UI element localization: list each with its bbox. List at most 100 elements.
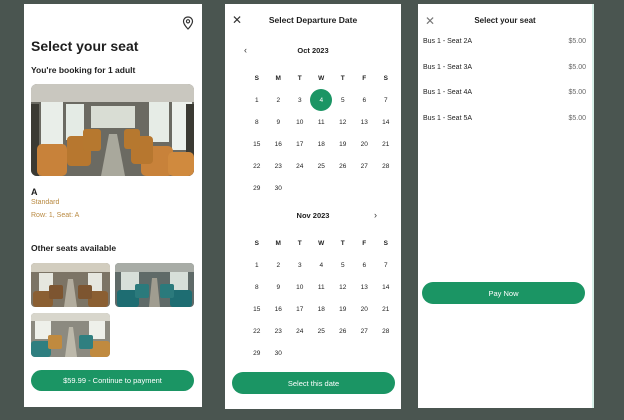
seat-list: Bus 1 - Seat 2A $5.00 Bus 1 - Seat 3A $5… <box>423 38 586 140</box>
day-cell[interactable]: 14 <box>375 276 397 298</box>
weekday-label: S <box>254 74 259 82</box>
weekday-label: S <box>383 239 388 247</box>
continue-to-payment-button[interactable]: $59.99 - Continue to payment <box>31 370 194 391</box>
day-cell[interactable]: 12 <box>332 111 354 133</box>
seat-option[interactable]: Bus 1 - Seat 3A $5.00 <box>423 64 586 90</box>
day-cell[interactable]: 8 <box>246 276 268 298</box>
day-cell[interactable]: 16 <box>268 133 290 155</box>
day-cell[interactable]: 26 <box>332 155 354 177</box>
day-cell[interactable]: 21 <box>375 298 397 320</box>
dialog-title: Select Departure Date <box>268 15 358 25</box>
day-cell[interactable]: 24 <box>289 320 311 342</box>
day-cell[interactable]: 12 <box>332 276 354 298</box>
chevron-right-icon[interactable]: › <box>374 210 377 220</box>
day-cell[interactable]: 22 <box>246 155 268 177</box>
weekday-label: T <box>340 74 345 82</box>
day-cell[interactable]: 20 <box>354 133 376 155</box>
day-cell[interactable]: 5 <box>332 89 354 111</box>
day-cell[interactable]: 8 <box>246 111 268 133</box>
day-cell[interactable]: 22 <box>246 320 268 342</box>
weekday-label: F <box>362 74 367 82</box>
calendar-grid: S M T W T F S 1 2 3 4 5 6 7 8 9 10 11 12 13 14 15 16 17 18 19 20 21… <box>246 67 401 199</box>
day-cell[interactable]: 27 <box>354 155 376 177</box>
day-cell[interactable]: 2 <box>268 89 290 111</box>
day-cell[interactable]: 18 <box>311 298 333 320</box>
booking-summary: You're booking for 1 adult <box>31 65 136 75</box>
seat-option-price: $5.00 <box>568 38 586 45</box>
day-cell[interactable]: 4 <box>311 254 333 276</box>
day-cell[interactable]: 6 <box>354 254 376 276</box>
day-cell[interactable]: 30 <box>268 342 290 364</box>
seat-option[interactable]: Bus 1 - Seat 2A $5.00 <box>423 38 586 64</box>
day-cell[interactable]: 18 <box>311 133 333 155</box>
seat-option-label: Bus 1 - Seat 4A <box>423 89 473 96</box>
seat-option-label: Bus 1 - Seat 2A <box>423 38 473 45</box>
day-cell[interactable]: 13 <box>354 276 376 298</box>
select-date-button[interactable]: Select this date <box>232 372 395 394</box>
weekday-label: M <box>275 74 281 82</box>
seat-thumbnail[interactable] <box>31 263 110 307</box>
calendar-grid: S M T W T F S 1 2 3 4 5 6 7 8 9 10 11 12 13 14 15 16 17 18 19 20 21… <box>246 232 401 364</box>
location-pin-icon[interactable] <box>182 16 194 30</box>
day-cell[interactable]: 20 <box>354 298 376 320</box>
weekday-label: M <box>275 239 281 247</box>
day-cell[interactable]: 24 <box>289 155 311 177</box>
day-cell[interactable]: 3 <box>289 89 311 111</box>
day-cell[interactable]: 23 <box>268 320 290 342</box>
seat-option-price: $5.00 <box>568 63 586 71</box>
day-cell[interactable]: 2 <box>268 254 290 276</box>
day-cell[interactable]: 6 <box>354 89 376 111</box>
day-cell[interactable]: 29 <box>246 342 268 364</box>
day-cell[interactable]: 26 <box>332 320 354 342</box>
day-cell[interactable]: 9 <box>268 276 290 298</box>
weekday-label: S <box>254 239 259 247</box>
seat-thumbnail[interactable] <box>31 313 110 357</box>
day-cell[interactable]: 21 <box>375 133 397 155</box>
bus-interior-photo <box>31 84 194 176</box>
weekday-label: S <box>383 74 388 82</box>
day-cell[interactable]: 1 <box>246 89 268 111</box>
weekday-label: W <box>318 74 325 82</box>
day-cell[interactable]: 30 <box>268 177 290 199</box>
day-cell[interactable]: 7 <box>375 89 397 111</box>
day-cell[interactable]: 27 <box>354 320 376 342</box>
day-cell[interactable]: 17 <box>289 298 311 320</box>
seat-selection-screen: Select your seat You're booking for 1 ad… <box>24 4 202 407</box>
other-seats-heading: Other seats available <box>31 243 117 253</box>
day-cell[interactable]: 11 <box>311 276 333 298</box>
day-cell[interactable]: 29 <box>246 177 268 199</box>
day-cell[interactable]: 11 <box>311 111 333 133</box>
seat-option[interactable]: Bus 1 - Seat 4A $5.00 <box>423 89 586 115</box>
weekday-label: F <box>362 239 367 247</box>
calendar-month: ‹ Oct 2023 S M T W T F S 1 2 3 4 5 6 7 8 9 10 11 12 13 14 15 1… <box>225 45 401 199</box>
day-cell[interactable]: 19 <box>332 133 354 155</box>
day-cell[interactable]: 28 <box>375 320 397 342</box>
day-cell[interactable]: 28 <box>375 155 397 177</box>
day-cell[interactable]: 13 <box>354 111 376 133</box>
day-cell[interactable]: 19 <box>332 298 354 320</box>
day-cell[interactable]: 15 <box>246 298 268 320</box>
day-cell[interactable]: 16 <box>268 298 290 320</box>
seat-position: Row: 1, Seat: A <box>31 212 80 219</box>
day-cell[interactable]: 3 <box>289 254 311 276</box>
seat-option[interactable]: Bus 1 - Seat 5A $5.00 <box>423 115 586 141</box>
day-cell[interactable]: 15 <box>246 133 268 155</box>
seat-thumbnail[interactable] <box>115 263 194 307</box>
day-cell[interactable]: 17 <box>289 133 311 155</box>
day-cell[interactable]: 25 <box>311 155 333 177</box>
pay-now-button[interactable]: Pay Now <box>422 282 585 304</box>
day-cell[interactable]: 1 <box>246 254 268 276</box>
day-cell[interactable]: 10 <box>289 111 311 133</box>
calendar-month: Nov 2023 › S M T W T F S 1 2 3 4 5 6 7 8 9 10 11 12 13 14 15 1… <box>225 210 401 364</box>
day-cell[interactable]: 14 <box>375 111 397 133</box>
dialog-title: Select your seat <box>474 16 536 25</box>
day-cell[interactable]: 23 <box>268 155 290 177</box>
day-cell[interactable]: 7 <box>375 254 397 276</box>
selected-day[interactable]: 4 <box>309 89 333 111</box>
seat-list-screen: ✕ Select your seat Bus 1 - Seat 2A $5.00… <box>418 4 594 408</box>
day-cell[interactable]: 9 <box>268 111 290 133</box>
departure-date-screen: ✕ Select Departure Date ‹ Oct 2023 SMTWT… <box>225 4 401 409</box>
day-cell[interactable]: 25 <box>311 320 333 342</box>
day-cell[interactable]: 10 <box>289 276 311 298</box>
day-cell[interactable]: 5 <box>332 254 354 276</box>
